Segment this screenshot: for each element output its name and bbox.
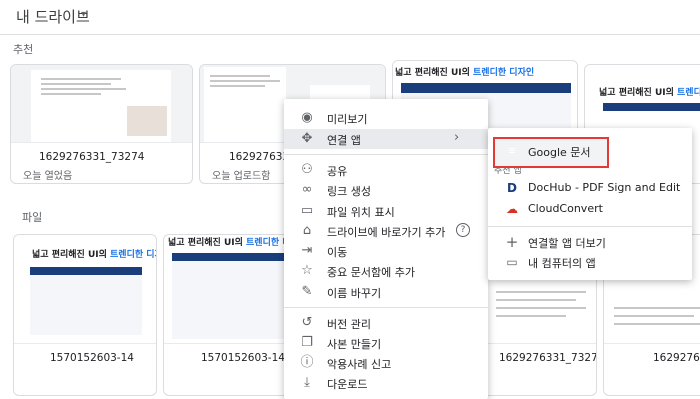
section-label-files: 파일 xyxy=(22,211,43,224)
recommended-card[interactable]: 1629276331_73274 오늘 열었음 xyxy=(10,64,193,184)
file-name: 1570152603-14 xyxy=(50,352,134,364)
laptop-icon: ▭ xyxy=(506,255,518,269)
menu-item-show-location[interactable]: ▭ 파일 위치 표시 xyxy=(284,201,488,221)
menu-item-move[interactable]: ⇥ 이동 xyxy=(284,241,488,261)
file-activity: 오늘 열었음 xyxy=(23,171,73,182)
history-icon: ↺ xyxy=(301,315,313,330)
file-name: 1570152603-14.jpg xyxy=(201,352,295,364)
eye-icon: ◉ xyxy=(301,110,313,125)
menu-item-report-abuse[interactable]: ⓘ 악용사례 신고 xyxy=(284,353,488,373)
section-label-recommended: 추천 xyxy=(13,43,34,56)
menu-item-open-with[interactable]: ✥ 연결 앱 › xyxy=(284,129,488,149)
google-docs-label: Google 문서 xyxy=(528,146,591,159)
menu-item-get-link[interactable]: ∞ 링크 생성 xyxy=(284,180,488,200)
menu-item-preview[interactable]: ◉ 미리보기 xyxy=(284,108,488,128)
menu-item-make-copy[interactable]: ❐ 사본 만들기 xyxy=(284,333,488,353)
move-to-icon: ⇥ xyxy=(301,243,313,258)
file-card[interactable]: 넓고 편리해진 UI의 트렌디한 디자인 1570152603-14.jpg xyxy=(163,234,295,396)
help-icon[interactable]: ? xyxy=(456,223,470,237)
file-thumbnail: 넓고 편리해진 UI의 트렌디한 디자인 xyxy=(14,235,156,344)
submenu-item-cloudconvert[interactable]: ☁ CloudConvert xyxy=(488,199,692,219)
link-icon: ∞ xyxy=(301,182,313,197)
context-menu: ◉ 미리보기 ✥ 연결 앱 › ⚇ 공유 ∞ 링크 생성 ▭ 파일 위치 표시 … xyxy=(284,99,488,399)
person-add-icon: ⚇ xyxy=(301,162,313,177)
menu-item-add-shortcut[interactable]: ⌂ 드라이브에 바로가기 추가 ? xyxy=(284,221,488,241)
google-docs-option[interactable]: Google 문서 xyxy=(493,137,609,168)
file-card[interactable]: 넓고 편리해진 UI의 트렌디한 디자인 1570152603-14 xyxy=(13,234,157,396)
file-thumbnail: 넓고 편리해진 UI의 트렌디한 디자인 xyxy=(164,235,294,344)
menu-item-rename[interactable]: ✎ 이름 바꾸기 xyxy=(284,282,488,302)
menu-item-share[interactable]: ⚇ 공유 xyxy=(284,160,488,180)
file-activity: 오늘 업로드함 xyxy=(212,171,271,182)
submenu-item-more-apps[interactable]: + 연결할 앱 더보기 xyxy=(488,232,692,252)
file-name: 1629276331_73274 xyxy=(499,352,597,364)
header-bar: 내 드라이브 ▾ xyxy=(0,0,700,35)
page-title[interactable]: 내 드라이브 xyxy=(16,6,90,27)
chevron-right-icon: › xyxy=(454,130,460,145)
folder-icon: ▭ xyxy=(300,203,314,218)
star-icon: ☆ xyxy=(301,263,313,278)
download-icon: ⤓ xyxy=(304,375,310,390)
move-arrows-icon: ✥ xyxy=(301,131,313,146)
cloudconvert-icon: ☁ xyxy=(506,202,518,216)
pencil-icon: ✎ xyxy=(301,284,313,299)
file-name: 1629276331_73274 xyxy=(39,151,145,163)
copy-icon: ❐ xyxy=(301,335,313,350)
file-name: 1629276331 xyxy=(653,352,700,364)
chevron-down-icon[interactable]: ▾ xyxy=(81,9,86,20)
thumbnail-heading: 넓고 편리해진 UI의 트렌디한 디자인 xyxy=(395,68,535,78)
file-thumbnail xyxy=(11,65,192,143)
menu-item-manage-versions[interactable]: ↺ 버전 관리 xyxy=(284,313,488,333)
submenu-item-dochub[interactable]: D DocHub - PDF Sign and Edit xyxy=(488,178,692,198)
menu-item-star[interactable]: ☆ 중요 문서함에 추가 xyxy=(284,261,488,281)
dochub-icon: D xyxy=(507,181,517,195)
submenu-item-computer-apps[interactable]: ▭ 내 컴퓨터의 앱 xyxy=(488,252,692,272)
menu-item-download[interactable]: ⤓ 다운로드 xyxy=(284,373,488,393)
add-shortcut-icon: ⌂ xyxy=(302,223,312,238)
plus-icon: + xyxy=(505,233,519,251)
report-icon: ⓘ xyxy=(300,355,314,370)
